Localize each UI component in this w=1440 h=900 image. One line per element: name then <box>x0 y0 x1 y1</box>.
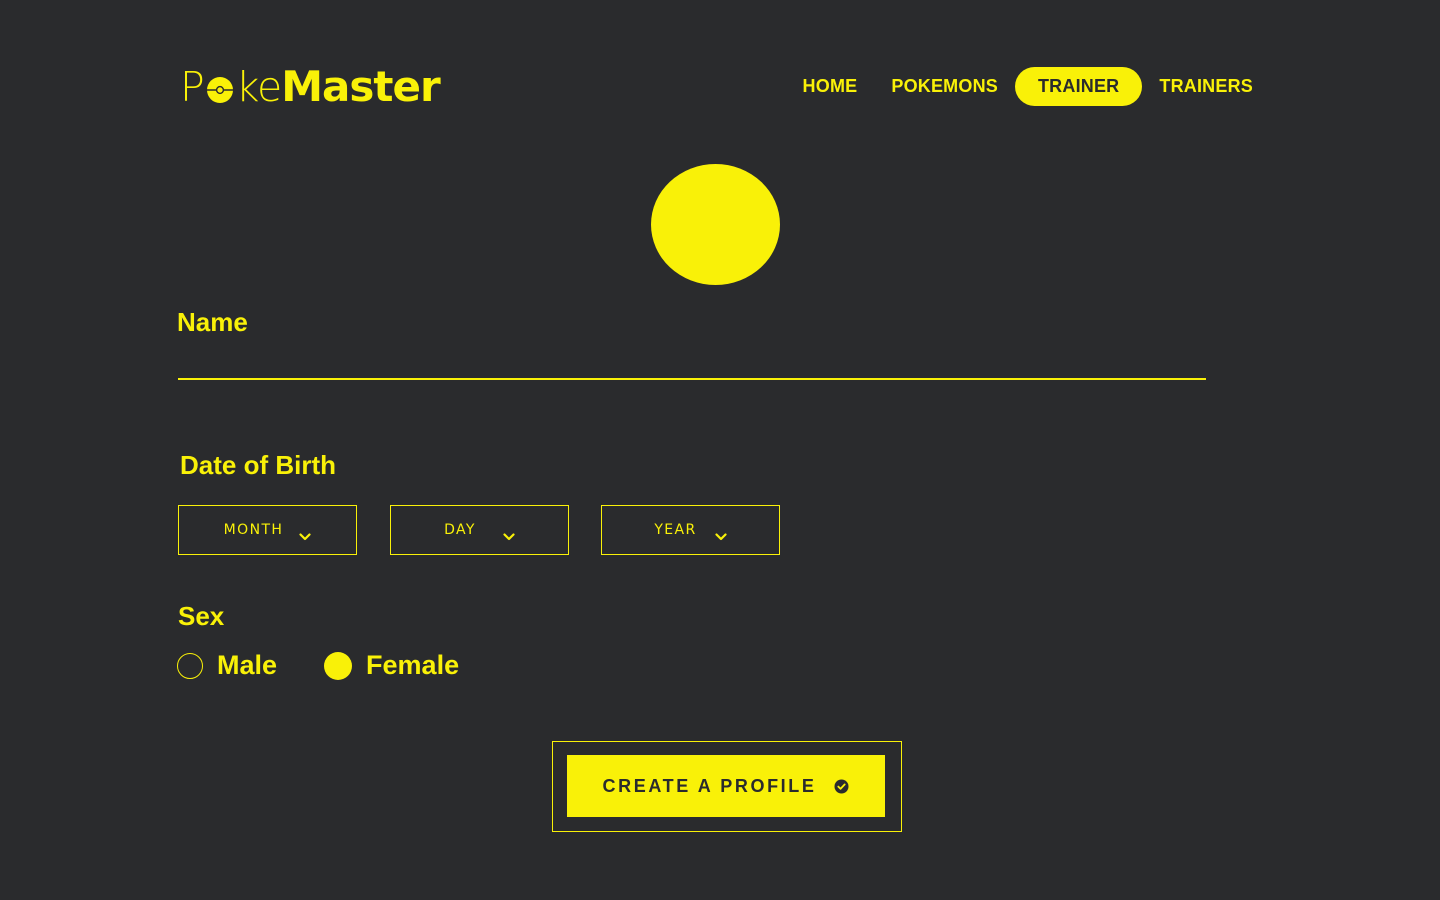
radio-unchecked-icon[interactable] <box>177 652 203 679</box>
nav-trainer[interactable]: TRAINER <box>1014 67 1143 106</box>
nav-trainers[interactable]: TRAINERS <box>1142 66 1270 107</box>
avatar-upload[interactable] <box>651 164 780 285</box>
create-profile-button-label: CREATE A PROFILE <box>602 775 817 796</box>
nav-home[interactable]: HOME <box>786 66 875 107</box>
nav-pokemons[interactable]: POKEMONS <box>874 66 1015 107</box>
chevron-down-icon <box>715 526 727 541</box>
sex-option-female-label: Female <box>366 650 460 680</box>
sex-option-female[interactable]: Female <box>324 650 459 681</box>
check-circle-icon <box>834 779 849 794</box>
logo-letter-p: P <box>180 63 205 111</box>
month-select-label: MONTH <box>223 522 284 538</box>
logo-light-text: P ke <box>180 63 283 111</box>
name-input[interactable] <box>178 340 1206 380</box>
logo[interactable]: P ke Master <box>180 62 441 111</box>
year-select[interactable]: YEAR <box>601 505 780 555</box>
dob-label: Date of Birth <box>180 450 336 480</box>
name-label: Name <box>177 307 248 337</box>
radio-checked-icon[interactable] <box>324 651 353 680</box>
chevron-down-icon <box>299 526 311 541</box>
day-select[interactable]: DAY <box>390 505 569 555</box>
chevron-down-icon <box>503 526 515 541</box>
logo-bold-text: Master <box>281 62 440 111</box>
pokeball-icon <box>205 67 235 103</box>
sex-option-male-label: Male <box>217 650 278 680</box>
logo-light-rest: ke <box>235 63 283 111</box>
sex-option-male[interactable]: Male <box>177 650 277 681</box>
sex-label: Sex <box>178 601 225 631</box>
year-select-label: YEAR <box>654 522 697 538</box>
main-nav: HOME POKEMONS TRAINER TRAINERS <box>786 66 1270 107</box>
create-profile-button[interactable]: CREATE A PROFILE <box>567 755 885 817</box>
sex-radio-group: Male Female <box>177 650 459 681</box>
day-select-label: DAY <box>444 522 476 538</box>
month-select[interactable]: MONTH <box>178 505 357 555</box>
